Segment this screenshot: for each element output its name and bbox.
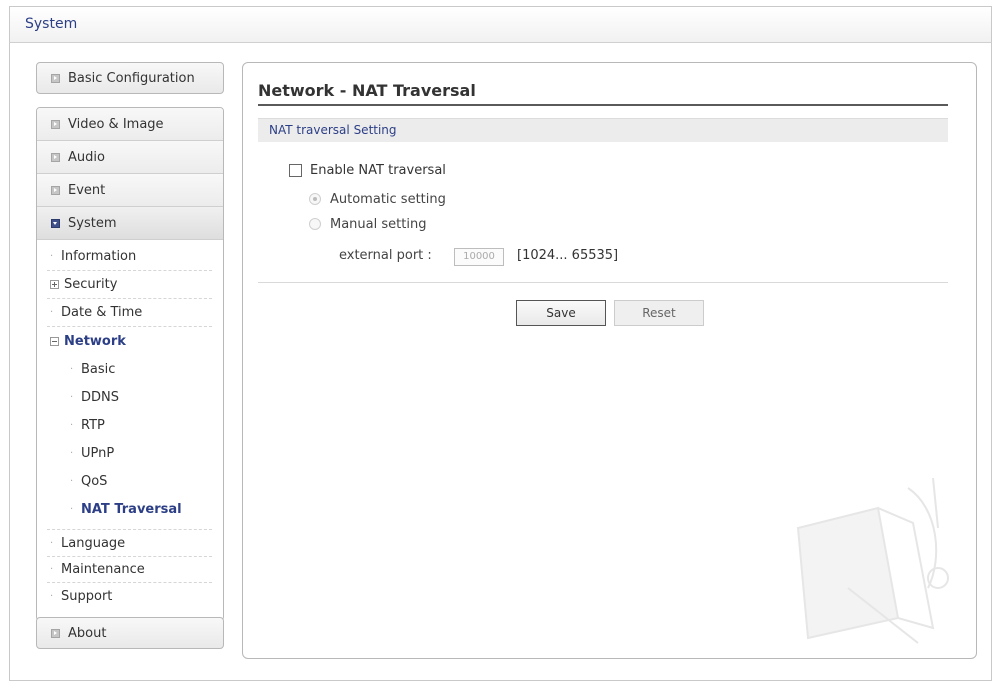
camera-watermark-icon	[796, 477, 949, 644]
sidebar-item-language[interactable]: · Language	[47, 529, 212, 557]
sidebar-nav: Video & Image Audio Event System · Infor…	[36, 107, 224, 621]
sidebar-item-label: DDNS	[81, 389, 119, 405]
page-title: Network - NAT Traversal	[258, 81, 476, 100]
sidebar-item-information[interactable]: · Information	[47, 243, 212, 271]
automatic-setting-label: Automatic setting	[330, 192, 446, 207]
form-divider	[258, 282, 948, 283]
expand-icon	[51, 152, 60, 162]
sidebar-item-label: Security	[64, 277, 118, 292]
settings-panel: Network - NAT Traversal NAT traversal Se…	[242, 62, 977, 659]
port-range-hint: [1024... 65535]	[517, 248, 619, 263]
sidebar-item-label: Audio	[68, 149, 105, 165]
sidebar-item-label: Language	[61, 535, 126, 551]
plus-box-icon	[50, 280, 59, 289]
bullet-icon: ·	[70, 419, 74, 431]
section-header: NAT traversal Setting	[258, 118, 948, 142]
title-divider	[258, 104, 948, 106]
sidebar-item-system[interactable]: System	[37, 207, 223, 240]
sidebar-item-label: Event	[68, 182, 106, 198]
bullet-icon: ·	[50, 251, 54, 262]
sidebar-item-support[interactable]: · Support	[47, 583, 212, 610]
bullet-icon: ·	[70, 363, 74, 375]
sidebar-item-nat-traversal[interactable]: · NAT Traversal	[67, 495, 182, 523]
sidebar-item-label: System	[68, 215, 117, 231]
enable-nat-label: Enable NAT traversal	[310, 163, 446, 178]
expand-icon	[51, 185, 60, 195]
bullet-icon: ·	[70, 475, 74, 487]
sidebar-item-security[interactable]: Security	[47, 271, 212, 299]
sidebar-item-maintenance[interactable]: · Maintenance	[47, 557, 212, 583]
bullet-icon: ·	[70, 503, 74, 515]
collapse-icon	[51, 218, 60, 228]
sidebar-item-upnp[interactable]: · UPnP	[67, 439, 114, 467]
sidebar-item-label: QoS	[81, 473, 108, 489]
save-button[interactable]: Save	[516, 300, 606, 326]
sidebar-item-label: UPnP	[81, 445, 115, 461]
sidebar-item-label: Support	[61, 589, 113, 604]
automatic-setting-radio[interactable]	[309, 193, 321, 205]
sidebar-item-label: Network	[64, 333, 126, 349]
sidebar-item-label: Maintenance	[61, 562, 145, 577]
expand-icon	[51, 628, 60, 638]
enable-nat-checkbox[interactable]	[289, 164, 302, 177]
top-bar: System	[9, 6, 992, 43]
external-port-label: external port :	[339, 248, 432, 263]
bullet-icon: ·	[70, 391, 74, 403]
sidebar-item-rtp[interactable]: · RTP	[67, 411, 105, 439]
sidebar-item-basic-configuration[interactable]: Basic Configuration	[36, 62, 224, 94]
sidebar-item-label: NAT Traversal	[81, 501, 182, 517]
manual-setting-label: Manual setting	[330, 217, 427, 232]
external-port-input[interactable]: 10000	[454, 248, 504, 266]
manual-setting-radio[interactable]	[309, 218, 321, 230]
sidebar-item-label: RTP	[81, 417, 105, 433]
minus-box-icon	[50, 336, 59, 346]
bullet-icon: ·	[50, 307, 54, 318]
sidebar-item-event[interactable]: Event	[37, 174, 223, 207]
bullet-icon: ·	[70, 447, 74, 459]
expand-icon	[51, 119, 60, 129]
reset-button[interactable]: Reset	[614, 300, 704, 326]
expand-icon	[51, 73, 60, 83]
sidebar-item-label: Information	[61, 249, 137, 264]
sidebar-item-label: Video & Image	[68, 116, 164, 132]
sidebar-item-audio[interactable]: Audio	[37, 141, 223, 174]
sidebar-item-network[interactable]: Network	[47, 327, 212, 355]
sidebar-item-video-image[interactable]: Video & Image	[37, 108, 223, 141]
sidebar-item-label: About	[68, 625, 107, 641]
sidebar-item-qos[interactable]: · QoS	[67, 467, 107, 495]
bullet-icon: ·	[50, 537, 54, 549]
sidebar-item-basic[interactable]: · Basic	[67, 355, 115, 383]
sidebar-item-date-time[interactable]: · Date & Time	[47, 299, 212, 327]
sidebar-item-label: Basic	[81, 361, 116, 377]
page-header-title: System	[25, 16, 78, 32]
sidebar-item-label: Basic Configuration	[68, 70, 195, 86]
sidebar-item-about[interactable]: About	[36, 617, 224, 649]
bullet-icon: ·	[50, 591, 54, 602]
sidebar-item-label: Date & Time	[61, 305, 143, 320]
bullet-icon: ·	[50, 564, 54, 575]
sidebar-item-ddns[interactable]: · DDNS	[67, 383, 119, 411]
